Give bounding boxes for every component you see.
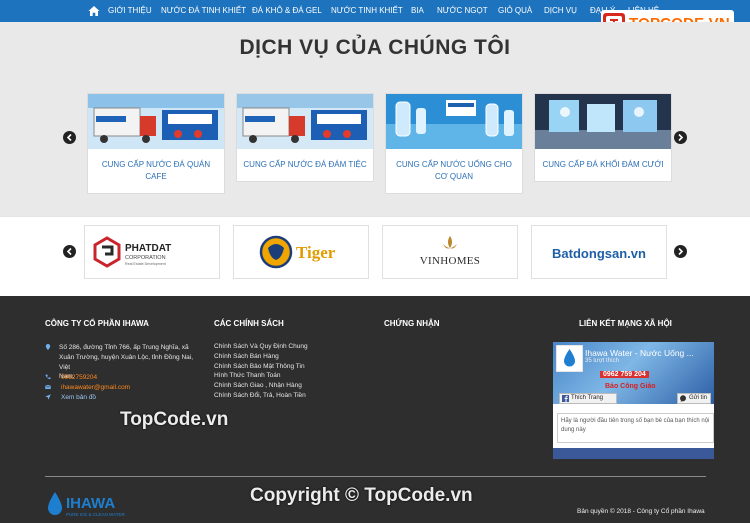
partner-phatdat[interactable]: PHATDAT CORPORATION Real Estate Developm… (84, 225, 220, 279)
facebook-banner-text: Báo Công Giáo (605, 383, 656, 390)
partners-prev-arrow[interactable] (63, 245, 76, 258)
facebook-icon (562, 395, 569, 402)
facebook-page-title[interactable]: Ihawa Water - Nước Uống ... (585, 348, 694, 358)
footer-social-heading: LIÊN KẾT MẠNG XÃ HỘI (579, 319, 672, 328)
partner-phatdat-tag: Real Estate Development (125, 262, 166, 266)
policy-link[interactable]: Hình Thức Thanh Toán (214, 371, 308, 381)
partner-vinhomes-name: VINHOMES (420, 255, 480, 267)
vinhomes-logo-icon: VINHOMES (420, 236, 480, 267)
chevron-right-icon (678, 247, 684, 256)
chevron-left-icon (66, 133, 72, 142)
footer-copyright: Bản quyền © 2018 - Công ty Cổ phần Ihawa (577, 508, 705, 515)
partner-batdongsan-name: Batdongsan.vn (552, 246, 646, 261)
partners-section: PHATDAT CORPORATION Real Estate Developm… (0, 216, 750, 296)
nav-item-gioi-thieu[interactable]: GIỚI THIỆU (108, 0, 152, 22)
nav-item-nuoc-tinh-khiet[interactable]: NƯỚC TINH KHIẾT (331, 0, 403, 22)
service-image-party (237, 94, 373, 149)
facebook-send-label: Gửi tin (689, 395, 708, 401)
service-caption[interactable]: CUNG CẤP NƯỚC ĐÁ ĐÁM TIỆC (237, 149, 373, 181)
footer-divider (45, 476, 706, 477)
service-image-cafe (88, 94, 224, 149)
footer-email[interactable]: ihawawater@gmail.com (61, 383, 130, 393)
batdongsan-logo-icon: Batdongsan.vn (552, 246, 646, 261)
service-caption[interactable]: CUNG CẤP NƯỚC UỐNG CHO CƠ QUAN (386, 149, 522, 193)
facebook-bottom-bar (553, 448, 714, 459)
facebook-likes: 35 lượt thích (585, 358, 619, 364)
policy-link[interactable]: Chính Sách Đổi, Trả, Hoàn Tiền (214, 391, 308, 401)
chevron-left-icon (66, 247, 72, 256)
partners-next-arrow[interactable] (674, 245, 687, 258)
messenger-icon (680, 395, 686, 402)
policy-link[interactable]: Chính Sách Bán Hàng (214, 352, 308, 362)
facebook-send-message-button[interactable]: Gửi tin (677, 393, 711, 404)
nav-item-gio-qua[interactable]: GIỎ QUÀ (498, 0, 532, 22)
policy-link[interactable]: Chính Sách Giao , Nhận Hàng (214, 381, 308, 391)
partner-batdongsan[interactable]: Batdongsan.vn (531, 225, 667, 279)
watermark-center: TopCode.vn (120, 409, 229, 430)
policy-link[interactable]: Chính Sách Và Quy Định Chung (214, 342, 308, 352)
footer-company-heading: CÔNG TY CỔ PHẦN IHAWA (45, 319, 149, 328)
phone-icon (45, 374, 51, 380)
facebook-like-prompt: Hãy là người đầu tiên trong số bạn bè củ… (557, 413, 714, 443)
partner-tiger-name: Tiger (296, 243, 336, 262)
footer-map-link[interactable]: Xem bản đồ (61, 393, 96, 403)
footer-policies-heading: CÁC CHÍNH SÁCH (214, 319, 284, 328)
service-card-cafe[interactable]: CUNG CẤP NƯỚC ĐÁ QUÁN CAFE (87, 93, 225, 194)
chevron-right-icon (678, 133, 684, 142)
services-next-arrow[interactable] (674, 131, 687, 144)
service-caption[interactable]: CUNG CẤP NƯỚC ĐÁ QUÁN CAFE (88, 149, 224, 193)
ihawa-logo: IHAWA PURE ICE & CLEAN WATER (48, 492, 126, 517)
location-arrow-icon (45, 394, 51, 400)
ihawa-avatar (556, 345, 583, 372)
services-section: DỊCH VỤ CỦA CHÚNG TÔI CUNG CẤP NƯỚC ĐÁ Q… (0, 22, 750, 216)
service-card-wedding[interactable]: CUNG CẤP ĐÁ KHỐI ĐÁM CƯỚI (534, 93, 672, 182)
partner-tiger[interactable]: Tiger (233, 225, 369, 279)
nav-item-dich-vu[interactable]: DỊCH VỤ (544, 0, 577, 22)
watermark-bottom: Copyright © TopCode.vn (250, 485, 473, 506)
svg-text:IHAWA: IHAWA (66, 495, 115, 512)
facebook-page-widget[interactable]: Ihawa Water - Nước Uống ... 35 lượt thíc… (553, 342, 714, 459)
nav-item-nuoc-ngot[interactable]: NƯỚC NGỌT (437, 0, 488, 22)
partner-vinhomes[interactable]: VINHOMES (382, 225, 518, 279)
home-icon[interactable] (88, 5, 100, 17)
services-title: DỊCH VỤ CỦA CHÚNG TÔI (239, 36, 511, 59)
facebook-phone-banner: 0962 759 204 (600, 371, 649, 378)
svg-text:PURE ICE & CLEAN WATER: PURE ICE & CLEAN WATER (66, 512, 126, 517)
policy-link[interactable]: Chính Sách Bảo Mật Thông Tin (214, 362, 308, 372)
services-prev-arrow[interactable] (63, 131, 76, 144)
service-caption[interactable]: CUNG CẤP ĐÁ KHỐI ĐÁM CƯỚI (535, 149, 671, 181)
nav-item-bia[interactable]: BIA (411, 0, 424, 22)
footer-certs-heading: CHỨNG NHẬN (384, 319, 440, 328)
facebook-like-label: Thích Trang (571, 395, 604, 401)
service-image-office (386, 94, 522, 149)
partner-phatdat-sub: CORPORATION (125, 255, 166, 261)
mail-icon (45, 384, 51, 389)
facebook-like-page-button[interactable]: Thích Trang (559, 393, 617, 404)
partner-phatdat-name: PHATDAT (125, 243, 171, 254)
tiger-logo-icon: Tiger (259, 235, 336, 269)
footer-phone[interactable]: 0962759204 (61, 373, 97, 383)
phatdat-logo-icon: PHATDAT CORPORATION Real Estate Developm… (93, 236, 171, 268)
nav-item-nuoc-da-tinh-khiet[interactable]: NƯỚC ĐÁ TINH KHIẾT (161, 0, 246, 22)
service-card-party[interactable]: CUNG CẤP NƯỚC ĐÁ ĐÁM TIỆC (236, 93, 374, 182)
nav-item-da-kho-da-gel[interactable]: ĐÁ KHÔ & ĐÁ GEL (252, 0, 322, 22)
service-image-wedding (535, 94, 671, 149)
service-card-office[interactable]: CUNG CẤP NƯỚC UỐNG CHO CƠ QUAN (385, 93, 523, 194)
footer-policies-list: Chính Sách Và Quy Định Chung Chính Sách … (214, 342, 308, 401)
